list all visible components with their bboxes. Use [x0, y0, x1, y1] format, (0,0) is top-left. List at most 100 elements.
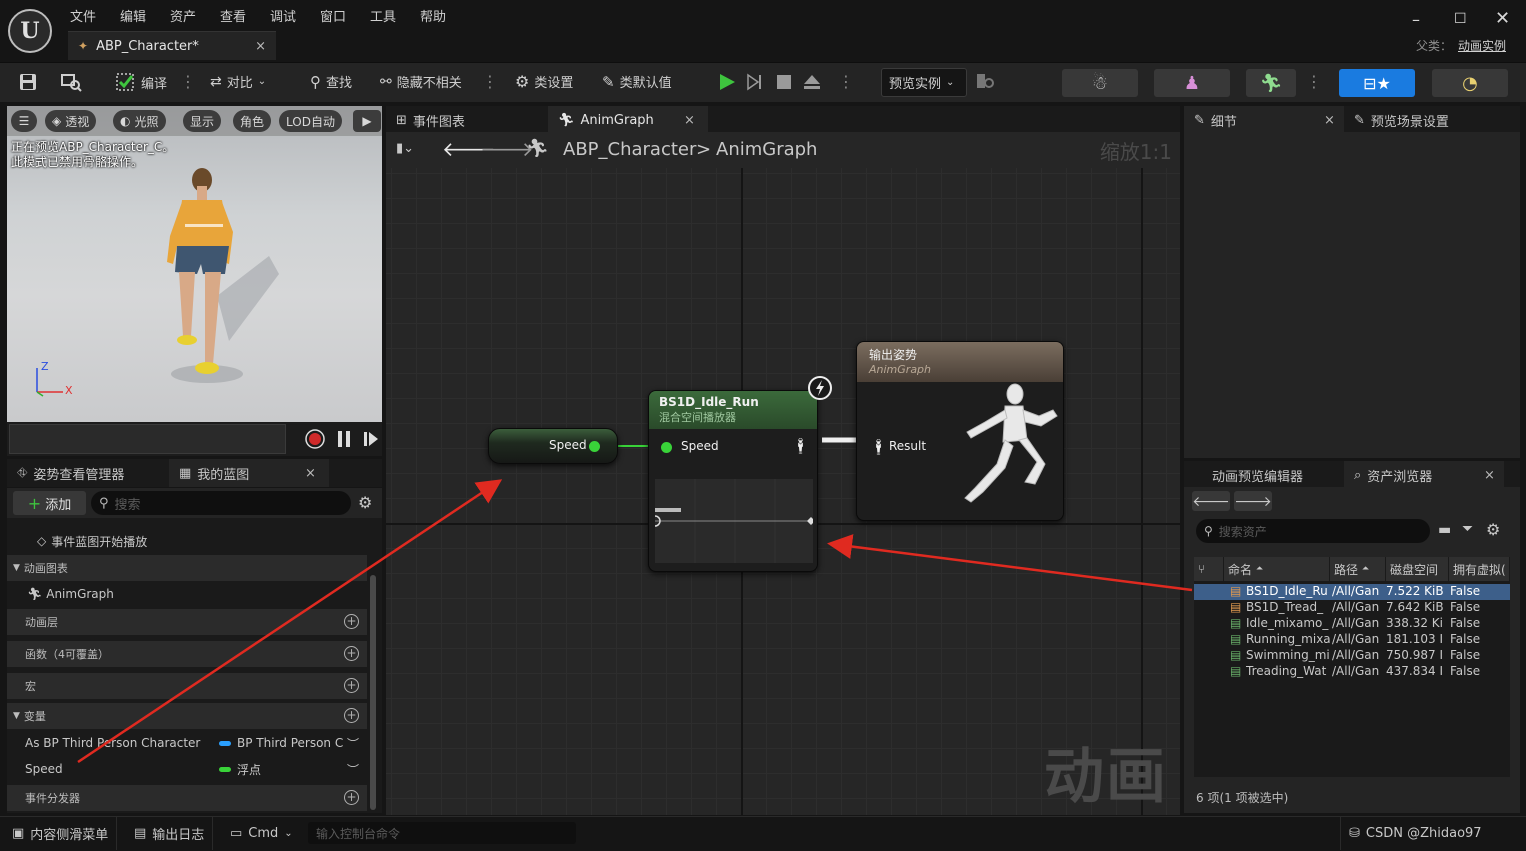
preview-instance-dropdown[interactable]: 预览实例 ⌄ [881, 68, 967, 97]
output-log-button[interactable]: ▤ 输出日志 [126, 817, 214, 850]
gear-icon[interactable]: ⚙ [358, 493, 372, 512]
close-icon[interactable]: × [255, 39, 266, 54]
viewport-expand-icon[interactable]: ▶ [353, 110, 381, 132]
category-functions[interactable]: 函数（4可覆盖） + [7, 641, 367, 667]
tab-animgraph[interactable]: 🏃︎ AnimGraph × [548, 106, 708, 134]
play-options-icon[interactable]: ⋮ [838, 71, 854, 93]
filter-icon[interactable]: ⏷ [1462, 521, 1473, 537]
preview-viewport[interactable]: ☰ ◈ 透视 ◐ 光照 显示 角色 LOD自动 ▶ 正在预览ABP_Characte… [7, 106, 382, 422]
gear-icon[interactable]: ⚙ [1486, 520, 1500, 539]
anim-graph-canvas[interactable]: Speed BS1D_Idle_Run 混合空间播放器 Speed 🕴︎ 输出姿… [386, 168, 1180, 815]
show-button[interactable]: 显示 [183, 110, 222, 132]
menu-edit[interactable]: 编辑 [120, 6, 146, 25]
eye-closed-icon[interactable]: ︶ [347, 761, 359, 778]
menu-file[interactable]: 文件 [70, 6, 96, 25]
eye-closed-icon[interactable]: ︶ [347, 735, 359, 752]
browse-icon[interactable] [60, 72, 82, 92]
category-macros[interactable]: 宏 + [7, 673, 367, 699]
console-input[interactable]: 输入控制台命令 [308, 822, 576, 844]
content-drawer-button[interactable]: ▣ 内容侧滑菜单 [4, 817, 118, 850]
add-circle-icon[interactable]: + [344, 646, 359, 661]
float-input-pin-icon[interactable] [661, 442, 672, 453]
character-button[interactable]: 角色 [233, 110, 272, 132]
step-forward-icon[interactable] [746, 73, 764, 91]
menu-tools[interactable]: 工具 [370, 6, 396, 25]
back-arrow-icon[interactable]: 🡐 [1192, 491, 1230, 511]
category-variables[interactable]: ▼ 变量 + [7, 703, 367, 729]
tab-my-blueprint[interactable]: ▦ 我的蓝图 × [169, 459, 329, 487]
pose-output-pin-icon[interactable]: 🕴︎ [791, 437, 810, 455]
viewport-menu-icon[interactable]: ☰ [11, 110, 37, 132]
physics-mode-button[interactable]: ◔ [1432, 69, 1508, 97]
more-options-icon[interactable]: ⋮ [482, 71, 498, 93]
lod-button[interactable]: LOD自动 [279, 110, 342, 132]
compile-button[interactable]: 编译 [116, 72, 167, 92]
document-tab[interactable]: ✦ ABP_Character* × [68, 31, 276, 60]
parent-class-link[interactable]: 动画实例 [1458, 39, 1506, 53]
save-icon[interactable] [18, 72, 38, 92]
table-row[interactable]: ▤ Swimming_mi /All/Gan 750.987 I False [1194, 648, 1510, 664]
close-icon[interactable]: × [305, 466, 316, 481]
diff-button[interactable]: ⇄ 对比 ⌄ [210, 72, 266, 92]
step-icon[interactable] [363, 431, 379, 447]
add-circle-icon[interactable]: + [344, 678, 359, 693]
hide-unrelated-button[interactable]: ⚯ 隐藏不相关 [380, 72, 462, 92]
stop-icon[interactable] [776, 74, 792, 90]
category-anim-layers[interactable]: 动画层 + [7, 609, 367, 635]
record-icon[interactable] [305, 429, 325, 449]
add-circle-icon[interactable]: + [344, 614, 359, 629]
tab-anim-preview-editor[interactable]: 动画预览编辑器 [1184, 461, 1344, 489]
play-icon[interactable] [718, 73, 736, 91]
search-input[interactable]: ⚲ 搜索 [91, 491, 351, 515]
pose-input-pin-icon[interactable]: 🕴︎ [869, 438, 888, 456]
table-row[interactable]: ▤ Idle_mixamo_ /All/Gan 338.32 Ki False [1194, 616, 1510, 632]
minimize-icon[interactable]: – [1412, 10, 1420, 29]
tab-pose-watch-manager[interactable]: ⛗ 姿势查看管理器 [7, 459, 167, 487]
tab-details[interactable]: ✎ 细节 × [1184, 106, 1344, 134]
debug-filter-icon[interactable] [976, 72, 994, 90]
speed-getter-node[interactable]: Speed [488, 428, 618, 464]
tab-preview-scene-settings[interactable]: ✎ 预览场景设置 [1344, 106, 1520, 134]
add-circle-icon[interactable]: + [344, 790, 359, 805]
breadcrumb-leaf[interactable]: AnimGraph [716, 139, 817, 160]
tab-asset-browser[interactable]: ⌕ 资产浏览器 × [1344, 461, 1504, 489]
menu-view[interactable]: 查看 [220, 6, 246, 25]
find-button[interactable]: ⚲ 查找 [310, 72, 352, 92]
maximize-icon[interactable]: ☐ [1454, 11, 1467, 27]
column-path[interactable]: 路径 ⏶ [1330, 557, 1386, 581]
eject-icon[interactable] [802, 73, 822, 91]
pause-icon[interactable] [337, 430, 351, 448]
table-row[interactable]: ▤ Treading_Wat /All/Gan 437.834 I False [1194, 664, 1510, 680]
perspective-button[interactable]: ◈ 透视 [45, 110, 97, 132]
column-disk-size[interactable]: 磁盘空间 [1386, 557, 1449, 581]
bookmark-icon[interactable]: ▮⌄ [396, 141, 414, 156]
variable-row[interactable]: As BP Third Person Character BP Third Pe… [7, 730, 367, 756]
folder-icon[interactable]: ▬ [1438, 522, 1451, 538]
tab-event-graph[interactable]: ⊞ 事件图表 [386, 106, 546, 134]
sidebar-item-animgraph[interactable]: 🏃︎ AnimGraph [7, 581, 367, 607]
cmd-dropdown[interactable]: ▭ Cmd ⌄ [222, 817, 301, 850]
column-virtual[interactable]: 拥有虚拟( [1449, 557, 1510, 581]
close-icon[interactable]: × [684, 113, 695, 128]
scrollbar[interactable] [370, 575, 376, 810]
menu-window[interactable]: 窗口 [320, 6, 346, 25]
category-event-dispatchers[interactable]: 事件分发器 + [7, 785, 367, 811]
class-defaults-button[interactable]: ✎ 类默认值 [602, 72, 672, 92]
timeline-scrubber[interactable] [9, 424, 286, 454]
close-icon[interactable]: × [1324, 113, 1335, 128]
column-name[interactable]: 命名 ⏶ [1224, 557, 1330, 581]
forward-arrow-icon[interactable]: 🡒 [1234, 491, 1272, 511]
animation-mode-button[interactable]: 🏃︎ [1246, 69, 1296, 97]
add-circle-icon[interactable]: + [344, 708, 359, 723]
table-row[interactable]: ▤ BS1D_Tread_ /All/Gan 7.642 KiB False [1194, 600, 1510, 616]
class-settings-button[interactable]: ⚙ 类设置 [515, 72, 573, 91]
close-window-icon[interactable]: ✕ [1495, 8, 1510, 29]
menu-asset[interactable]: 资产 [170, 6, 196, 25]
source-icon[interactable]: ⑂ [1194, 557, 1224, 581]
mode-options-icon[interactable]: ⋮ [1306, 71, 1322, 93]
compile-options-icon[interactable]: ⋮ [180, 71, 196, 93]
event-begin-play-item[interactable]: ◇ 事件蓝图开始播放 [7, 528, 367, 554]
table-row[interactable]: ▤ BS1D_Idle_Ru /All/Gan 7.522 KiB False [1194, 584, 1510, 600]
variable-row[interactable]: Speed 浮点 ︶ [7, 756, 367, 782]
float-output-pin-icon[interactable] [589, 441, 600, 452]
